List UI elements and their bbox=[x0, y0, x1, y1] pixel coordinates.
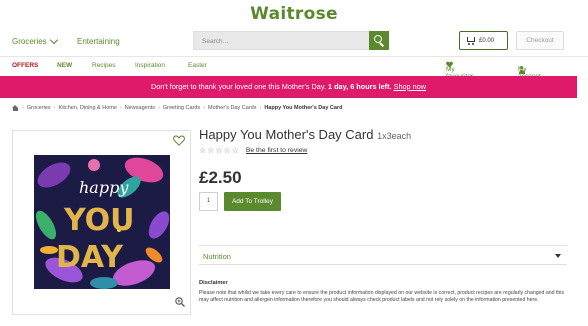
star-icon: ☆ bbox=[231, 146, 239, 155]
chevron-down-icon bbox=[49, 35, 58, 45]
banner-countdown: 1 day, 6 hours left. bbox=[328, 82, 392, 91]
disclaimer-title: Disclaimer bbox=[199, 280, 228, 286]
product-image[interactable]: happy YOU DAY bbox=[34, 155, 170, 289]
nav-inspiration[interactable]: Inspiration bbox=[135, 62, 165, 69]
promo-banner[interactable]: Don't forget to thank your loved one thi… bbox=[0, 76, 577, 98]
svg-text:happy: happy bbox=[79, 178, 129, 197]
my-favourites-link[interactable]: My favourites bbox=[446, 61, 474, 80]
rating: ☆ ☆ ☆ ☆ ☆ Be the first to review bbox=[199, 146, 307, 155]
product-price: £2.50 bbox=[199, 168, 242, 187]
shop-now-link[interactable]: Shop now bbox=[394, 82, 426, 91]
zoom-icon[interactable] bbox=[175, 297, 185, 307]
trolley-button[interactable]: £0.00 bbox=[459, 31, 508, 50]
header: Groceries Entertaining Search... £0.00 C… bbox=[0, 30, 588, 54]
checkout-button[interactable]: Checkout bbox=[516, 31, 564, 50]
product-size: 1x3each bbox=[377, 131, 412, 141]
banner-text: Don't forget to thank your loved one thi… bbox=[150, 82, 326, 91]
search-button[interactable] bbox=[369, 31, 389, 50]
groceries-menu[interactable]: Groceries bbox=[12, 35, 58, 46]
quantity-input[interactable]: 1 bbox=[199, 192, 218, 211]
breadcrumb-item[interactable]: Greeting Cards bbox=[163, 105, 200, 111]
breadcrumb: › Groceries › Kitchen, Dining & Home › N… bbox=[12, 105, 342, 111]
breadcrumb-item[interactable]: Groceries bbox=[27, 105, 51, 111]
breadcrumb-current: Happy You Mother's Day Card bbox=[264, 105, 343, 111]
product-title: Happy You Mother's Day Card 1x3each bbox=[199, 127, 412, 142]
star-icon: ☆ bbox=[207, 146, 215, 155]
star-icon: ☆ bbox=[215, 146, 223, 155]
add-to-trolley-button[interactable]: Add To Trolley bbox=[224, 192, 281, 211]
nav-offers[interactable]: OFFERS bbox=[12, 62, 38, 69]
entertaining-link[interactable]: Entertaining bbox=[77, 37, 120, 46]
nav-new[interactable]: NEW bbox=[57, 62, 72, 69]
star-icon: ☆ bbox=[223, 146, 231, 155]
trolley-total: £0.00 bbox=[479, 37, 495, 44]
svg-text:YOU: YOU bbox=[63, 203, 135, 238]
home-icon[interactable] bbox=[12, 105, 19, 111]
chevron-down-icon bbox=[555, 254, 561, 258]
star-icon: ☆ bbox=[199, 146, 207, 155]
nutrition-label: Nutrition bbox=[203, 252, 231, 261]
search-input[interactable]: Search... bbox=[193, 31, 369, 50]
breadcrumb-item[interactable]: Newsagents bbox=[125, 105, 155, 111]
disclaimer-text: Please note that whilst we take every ca… bbox=[199, 290, 565, 303]
nav-easter[interactable]: Easter bbox=[188, 62, 207, 69]
favourite-heart-icon[interactable] bbox=[173, 135, 185, 146]
main-nav: OFFERS NEW Recipes Inspiration Easter My… bbox=[0, 56, 588, 80]
svg-text:DAY: DAY bbox=[56, 240, 124, 275]
logo[interactable]: Waitrose bbox=[0, 4, 588, 24]
nutrition-accordion[interactable]: Nutrition bbox=[199, 245, 567, 265]
nav-recipes[interactable]: Recipes bbox=[92, 62, 115, 69]
review-link[interactable]: Be the first to review bbox=[246, 147, 308, 154]
trolley-icon bbox=[466, 37, 475, 45]
groceries-label: Groceries bbox=[12, 37, 47, 46]
breadcrumb-item[interactable]: Kitchen, Dining & Home bbox=[59, 105, 117, 111]
breadcrumb-item[interactable]: Mother's Day Cards bbox=[208, 105, 256, 111]
